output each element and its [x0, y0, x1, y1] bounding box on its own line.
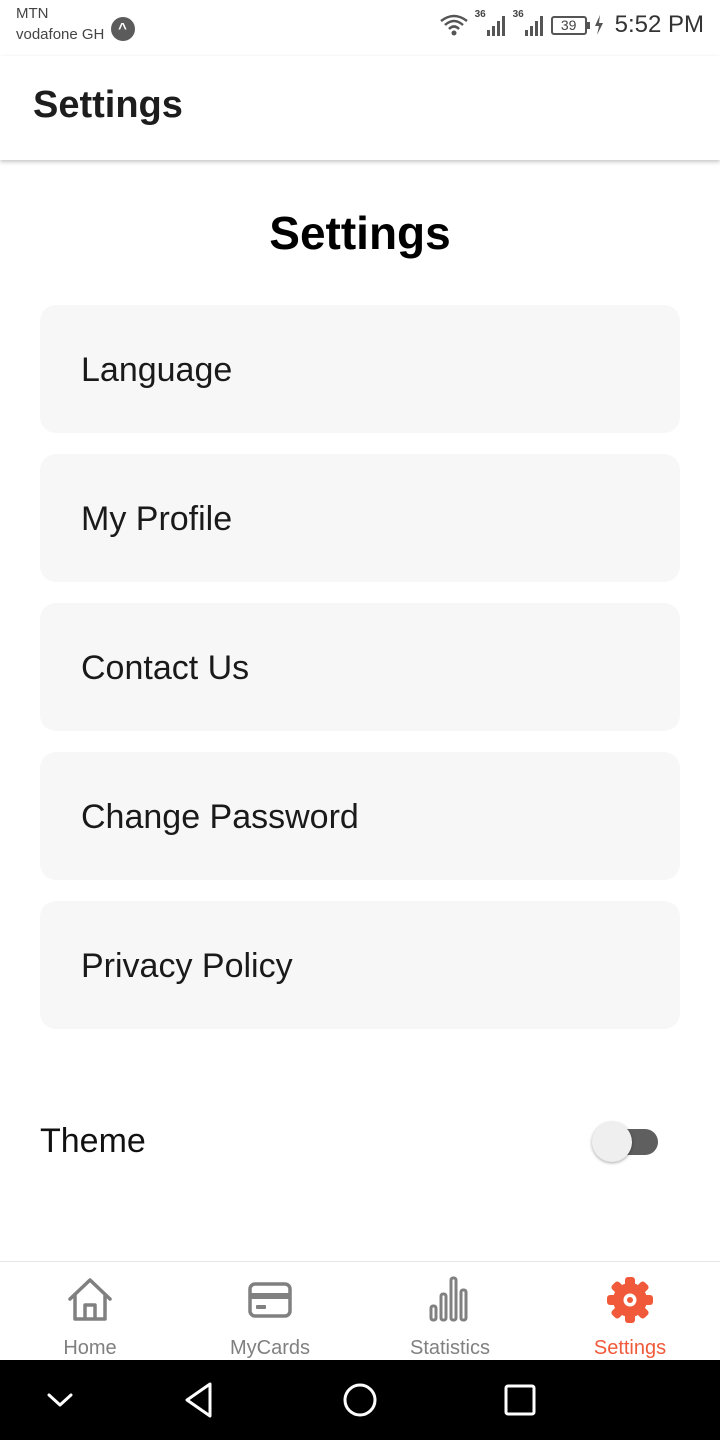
settings-item-privacy-policy[interactable]: Privacy Policy: [40, 901, 680, 1029]
chevron-down-icon[interactable]: [36, 1376, 84, 1424]
nav-item-statistics[interactable]: Statistics: [360, 1262, 540, 1360]
nav-label: Statistics: [409, 1337, 491, 1359]
nav-label: Settings: [593, 1337, 667, 1359]
status-bar: MTN vodafone GH ^ 36 36 39 5:52 PM: [0, 0, 720, 56]
page-title: Settings: [269, 207, 451, 259]
home-icon: [68, 1278, 112, 1321]
wifi-icon: [439, 14, 468, 36]
settings-item-label: Privacy Policy: [81, 947, 293, 985]
app-notification-icon: ^: [110, 17, 135, 41]
settings-item-my-profile[interactable]: My Profile: [40, 454, 680, 582]
theme-label: Theme: [40, 1122, 146, 1160]
card-icon: [248, 1282, 292, 1318]
bottom-navigation: Home MyCards Statistics Settings: [0, 1261, 720, 1360]
bar-chart-icon: [429, 1276, 468, 1322]
settings-item-language[interactable]: Language: [40, 305, 680, 433]
settings-item-label: My Profile: [81, 500, 233, 538]
settings-item-contact-us[interactable]: Contact Us: [40, 603, 680, 731]
home-circle-icon[interactable]: [336, 1376, 384, 1424]
theme-toggle[interactable]: [592, 1122, 658, 1162]
settings-item-label: Change Password: [81, 798, 359, 836]
settings-item-label: Contact Us: [81, 649, 250, 687]
signal-icon: 36: [513, 9, 545, 38]
nav-item-mycards[interactable]: MyCards: [180, 1262, 360, 1360]
app-bar: Settings: [0, 56, 720, 160]
nav-label: MyCards: [229, 1337, 310, 1359]
app-bar-title: Settings: [33, 84, 183, 126]
clock: 5:52 PM: [614, 11, 704, 38]
carrier-info: MTN vodafone GH ^: [16, 4, 135, 47]
theme-row: Theme: [40, 1118, 680, 1166]
system-navigation-bar: [0, 1360, 720, 1440]
settings-item-change-password[interactable]: Change Password: [40, 752, 680, 880]
carrier-name-secondary: vodafone GH: [16, 25, 105, 43]
toggle-knob: [592, 1122, 632, 1162]
charging-icon: [594, 15, 603, 35]
nav-label: Home: [63, 1337, 117, 1359]
recents-icon[interactable]: [496, 1376, 544, 1424]
status-icons: 36 36 39 5:52 PM: [439, 9, 704, 40]
gear-icon: [607, 1277, 653, 1323]
back-icon[interactable]: [176, 1376, 224, 1424]
settings-item-label: Language: [81, 351, 233, 389]
nav-item-home[interactable]: Home: [0, 1262, 180, 1360]
signal-icon: 36: [475, 9, 507, 38]
battery-icon: 39: [550, 15, 590, 35]
settings-content: Settings Language My Profile Contact Us …: [0, 160, 720, 1260]
nav-item-settings[interactable]: Settings: [540, 1262, 720, 1360]
